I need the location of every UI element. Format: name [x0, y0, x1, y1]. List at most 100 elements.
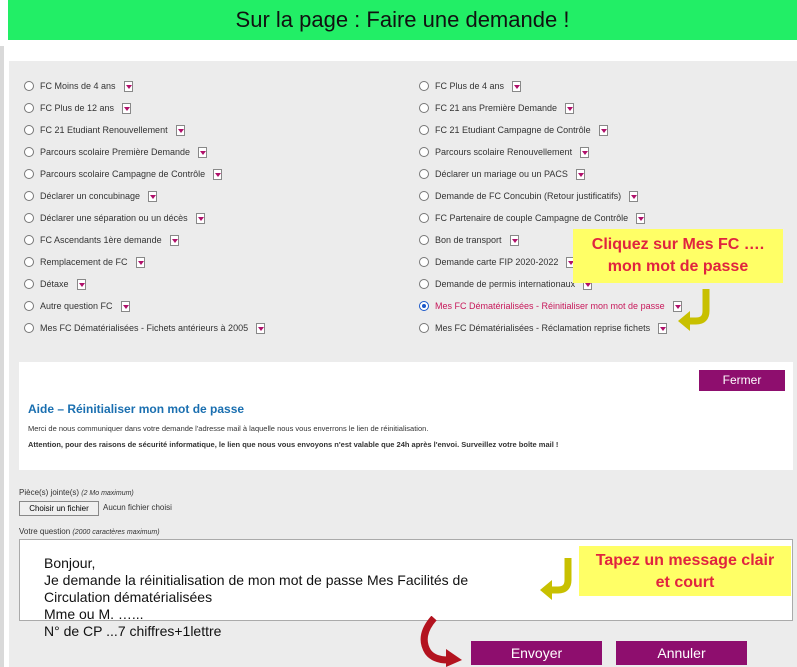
option-row[interactable]: FC Plus de 12 ans — [24, 99, 132, 117]
download-icon[interactable] — [120, 300, 130, 312]
download-icon[interactable] — [76, 278, 86, 290]
download-icon[interactable] — [198, 146, 208, 158]
cancel-button[interactable]: Annuler — [616, 641, 747, 665]
file-status: Aucun fichier choisi — [103, 503, 172, 512]
option-label: Demande de permis internationaux — [435, 279, 576, 289]
download-icon[interactable] — [213, 168, 223, 180]
option-row[interactable]: Déclarer une séparation ou un décès — [24, 209, 205, 227]
option-row[interactable]: FC 21 Etudiant Campagne de Contrôle — [419, 121, 608, 139]
option-row[interactable]: Parcours scolaire Campagne de Contrôle — [24, 165, 223, 183]
option-row[interactable]: FC Plus de 4 ans — [419, 77, 522, 95]
option-label: Déclarer une séparation ou un décès — [40, 213, 188, 223]
radio-button[interactable] — [419, 301, 429, 311]
radio-button[interactable] — [24, 213, 34, 223]
option-row[interactable]: Remplacement de FC — [24, 253, 145, 271]
download-icon[interactable] — [636, 212, 646, 224]
option-row[interactable]: FC Moins de 4 ans — [24, 77, 133, 95]
option-label: FC Moins de 4 ans — [40, 81, 116, 91]
option-row[interactable]: FC 21 Etudiant Renouvellement — [24, 121, 185, 139]
radio-button[interactable] — [24, 147, 34, 157]
hook-arrow-icon — [678, 289, 710, 331]
radio-button[interactable] — [24, 301, 34, 311]
radio-button[interactable] — [24, 169, 34, 179]
option-row[interactable]: FC Ascendants 1ère demande — [24, 231, 179, 249]
radio-button[interactable] — [419, 235, 429, 245]
download-icon[interactable] — [629, 190, 639, 202]
option-label: Mes FC Dématérialisées - Réinitialiser m… — [435, 301, 665, 311]
question-label: Votre question (2000 caractères maximum) — [19, 527, 160, 536]
download-icon[interactable] — [195, 212, 205, 224]
download-icon[interactable] — [509, 234, 519, 246]
option-row[interactable]: Déclarer un concubinage — [24, 187, 158, 205]
radio-button[interactable] — [24, 81, 34, 91]
download-icon[interactable] — [135, 256, 145, 268]
radio-button[interactable] — [419, 257, 429, 267]
radio-button[interactable] — [419, 191, 429, 201]
hook-arrow-icon — [540, 558, 572, 600]
option-row[interactable]: Demande carte FIP 2020-2022 — [419, 253, 576, 271]
radio-button[interactable] — [419, 125, 429, 135]
help-box: Fermer Aide – Réinitialiser mon mot de p… — [19, 362, 793, 470]
option-label: Bon de transport — [435, 235, 502, 245]
radio-button[interactable] — [419, 213, 429, 223]
download-icon[interactable] — [575, 168, 585, 180]
download-icon[interactable] — [148, 190, 158, 202]
option-label: FC 21 Etudiant Renouvellement — [40, 125, 168, 135]
option-label: Parcours scolaire Campagne de Contrôle — [40, 169, 206, 179]
option-row[interactable]: Mes FC Dématérialisées - Fichets antérie… — [24, 319, 266, 337]
download-icon[interactable] — [580, 146, 590, 158]
option-label: Déclarer un mariage ou un PACS — [435, 169, 568, 179]
download-icon[interactable] — [512, 80, 522, 92]
radio-button[interactable] — [24, 103, 34, 113]
download-icon[interactable] — [169, 234, 179, 246]
help-warning: Attention, pour des raisons de sécurité … — [28, 440, 559, 449]
option-row[interactable]: FC Partenaire de couple Campagne de Cont… — [419, 209, 646, 227]
callout-line-2: et court — [655, 574, 715, 591]
radio-button[interactable] — [419, 103, 429, 113]
message-line: Mme ou M. …... — [44, 606, 144, 622]
attachments-label-text: Pièce(s) jointe(s) — [19, 488, 80, 497]
option-row[interactable]: Mes FC Dématérialisées - Réclamation rep… — [419, 319, 668, 337]
option-row[interactable]: Déclarer un mariage ou un PACS — [419, 165, 585, 183]
choose-file-button[interactable]: Choisir un fichier — [19, 501, 99, 516]
close-button[interactable]: Fermer — [699, 370, 785, 391]
radio-button[interactable] — [24, 125, 34, 135]
option-label: Mes FC Dématérialisées - Fichets antérie… — [40, 323, 249, 333]
radio-button[interactable] — [24, 323, 34, 333]
radio-button[interactable] — [24, 279, 34, 289]
callout-type-message: Tapez un message clair et court — [579, 546, 791, 596]
option-row[interactable]: Bon de transport — [419, 231, 519, 249]
option-row[interactable]: Parcours scolaire Renouvellement — [419, 143, 590, 161]
option-label: FC 21 Etudiant Campagne de Contrôle — [435, 125, 591, 135]
download-icon[interactable] — [598, 124, 608, 136]
option-row[interactable]: Détaxe — [24, 275, 86, 293]
download-icon[interactable] — [123, 80, 133, 92]
question-label-text: Votre question — [19, 527, 71, 536]
callout-line-1: Tapez un message clair — [595, 552, 775, 569]
option-label: FC Plus de 4 ans — [435, 81, 505, 91]
download-icon[interactable] — [175, 124, 185, 136]
option-row[interactable]: Parcours scolaire Première Demande — [24, 143, 208, 161]
option-label: Parcours scolaire Renouvellement — [435, 147, 573, 157]
radio-button[interactable] — [419, 81, 429, 91]
radio-button[interactable] — [24, 257, 34, 267]
radio-button[interactable] — [24, 191, 34, 201]
option-row[interactable]: Mes FC Dématérialisées - Réinitialiser m… — [419, 297, 682, 315]
download-icon[interactable] — [256, 322, 266, 334]
option-row[interactable]: Demande de FC Concubin (Retour justifica… — [419, 187, 639, 205]
radio-button[interactable] — [24, 235, 34, 245]
radio-button[interactable] — [419, 323, 429, 333]
download-icon[interactable] — [122, 102, 132, 114]
page-banner: Sur la page : Faire une demande ! — [8, 0, 797, 40]
send-button[interactable]: Envoyer — [471, 641, 602, 665]
download-icon[interactable] — [658, 322, 668, 334]
option-row[interactable]: FC 21 ans Première Demande — [419, 99, 575, 117]
option-row[interactable]: Autre question FC — [24, 297, 130, 315]
download-icon[interactable] — [565, 102, 575, 114]
radio-button[interactable] — [419, 169, 429, 179]
option-label: Détaxe — [40, 279, 69, 289]
option-label: Mes FC Dématérialisées - Réclamation rep… — [435, 323, 651, 333]
radio-button[interactable] — [419, 147, 429, 157]
option-row[interactable]: Demande de permis internationaux — [419, 275, 593, 293]
radio-button[interactable] — [419, 279, 429, 289]
